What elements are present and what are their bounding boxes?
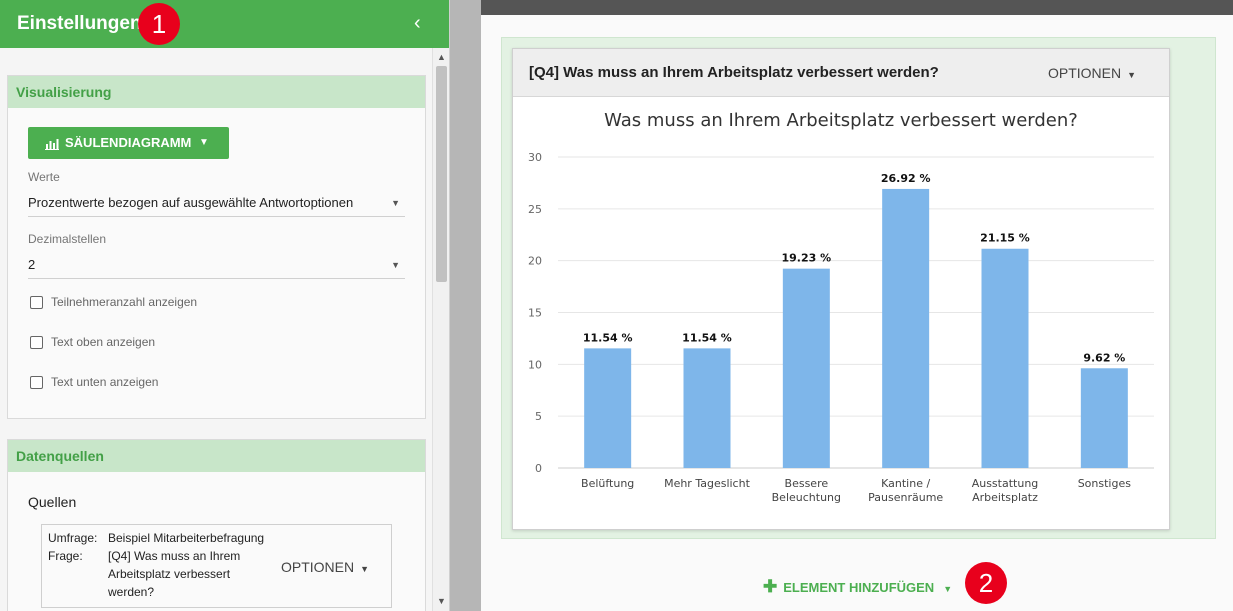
umfrage-value: Beispiel Mitarbeiterbefragung xyxy=(108,531,265,545)
checkbox-label: Teilnehmeranzahl anzeigen xyxy=(51,295,198,309)
chart-type-button[interactable]: SÄULENDIAGRAMM ▼ xyxy=(28,127,229,159)
dezimal-value: 2 xyxy=(28,257,36,272)
y-tick-label: 15 xyxy=(528,307,542,320)
data-label: 9.62 % xyxy=(1083,351,1125,364)
data-label: 11.54 % xyxy=(682,331,732,344)
settings-body: Visualisierung SÄULENDIAGRAMM ▼ Werte Pr… xyxy=(0,48,432,611)
chevron-down-icon: ▼ xyxy=(360,564,370,574)
add-element-label: ELEMENT HINZUFÜGEN xyxy=(783,580,935,595)
step-badge-2: 2 xyxy=(965,562,1007,604)
settings-header: Einstellungen 1 ‹ xyxy=(0,0,449,48)
data-label: 26.92 % xyxy=(881,172,931,185)
bar xyxy=(683,348,731,468)
checkbox-box[interactable] xyxy=(30,336,43,349)
step-badge-1: 1 xyxy=(138,3,180,45)
scroll-thumb[interactable] xyxy=(436,66,447,282)
dezimal-select[interactable]: 2 ▼ xyxy=(28,255,405,279)
bar-chart-icon xyxy=(45,127,59,159)
x-tick-label: Bessere xyxy=(785,477,829,490)
x-tick-label: Ausstattung xyxy=(972,477,1039,490)
checkbox-label: Text oben anzeigen xyxy=(51,335,156,349)
chevron-down-icon: ▼ xyxy=(1127,70,1137,80)
bar xyxy=(981,248,1029,468)
chart-type-label: SÄULENDIAGRAMM xyxy=(65,135,192,150)
settings-title: Einstellungen xyxy=(17,13,142,34)
bar xyxy=(882,188,930,469)
bar xyxy=(782,268,830,468)
x-tick-label: Beleuchtung xyxy=(772,491,841,504)
y-tick-label: 10 xyxy=(528,358,542,371)
add-element-button[interactable]: ✚ ELEMENT HINZUFÜGEN ▼ xyxy=(763,577,952,597)
checkbox-box[interactable] xyxy=(30,296,43,309)
scrollbar[interactable]: ▲ ▼ xyxy=(432,48,449,611)
element-options-button[interactable]: OPTIONEN ▼ xyxy=(1048,65,1136,81)
x-tick-label: Arbeitsplatz xyxy=(972,491,1038,504)
source-options-button[interactable]: OPTIONEN ▼ xyxy=(281,559,369,575)
datenquellen-card: Datenquellen Quellen Umfrage: Beispiel M… xyxy=(7,439,426,611)
bar xyxy=(1080,368,1128,468)
report-canvas: [Q4] Was muss an Ihrem Arbeitsplatz verb… xyxy=(481,15,1233,611)
bar-chart: Was muss an Ihrem Arbeitsplatz verbesser… xyxy=(528,110,1154,504)
chevron-down-icon: ▼ xyxy=(391,260,400,270)
chevron-down-icon: ▼ xyxy=(391,198,400,208)
bar xyxy=(584,348,632,468)
source-item: Umfrage: Beispiel Mitarbeiterbefragung F… xyxy=(41,524,392,608)
y-tick-label: 20 xyxy=(528,255,542,268)
chevron-down-icon: ▼ xyxy=(199,137,209,148)
umfrage-key: Umfrage: xyxy=(48,531,98,545)
werte-label: Werte xyxy=(28,170,60,184)
settings-panel: Einstellungen 1 ‹ Visualisierung SÄULEND… xyxy=(0,0,450,611)
y-tick-label: 25 xyxy=(528,203,542,216)
panel-divider xyxy=(450,0,481,611)
x-tick-label: Sonstiges xyxy=(1078,477,1132,490)
chart-element-header: [Q4] Was muss an Ihrem Arbeitsplatz verb… xyxy=(513,49,1169,97)
chevron-down-icon: ▼ xyxy=(943,584,953,594)
top-bar xyxy=(481,0,1233,15)
data-label: 21.15 % xyxy=(980,232,1030,245)
sources-label: Quellen xyxy=(28,494,77,510)
y-tick-label: 30 xyxy=(528,151,542,164)
element-title: [Q4] Was muss an Ihrem Arbeitsplatz verb… xyxy=(529,64,939,81)
scroll-up-icon[interactable]: ▲ xyxy=(433,50,449,64)
x-tick-label: Kantine / xyxy=(881,477,930,490)
element-container: [Q4] Was muss an Ihrem Arbeitsplatz verb… xyxy=(501,37,1216,539)
werte-value: Prozentwerte bezogen auf ausgewählte Ant… xyxy=(28,195,354,210)
datenquellen-heading: Datenquellen xyxy=(8,440,425,472)
source-options-label: OPTIONEN xyxy=(281,559,355,575)
collapse-icon[interactable]: ‹ xyxy=(414,12,421,35)
scroll-down-icon[interactable]: ▼ xyxy=(433,594,449,608)
y-tick-label: 0 xyxy=(535,462,542,475)
x-tick-label: Mehr Tageslicht xyxy=(664,477,751,490)
data-label: 19.23 % xyxy=(782,252,832,265)
visualisierung-heading: Visualisierung xyxy=(8,76,425,108)
frage-value: [Q4] Was muss an Ihrem Arbeitsplatz verb… xyxy=(108,549,241,599)
visualisierung-card: Visualisierung SÄULENDIAGRAMM ▼ Werte Pr… xyxy=(7,75,426,419)
werte-select[interactable]: Prozentwerte bezogen auf ausgewählte Ant… xyxy=(28,193,405,217)
x-tick-label: Belüftung xyxy=(581,477,634,490)
element-options-label: OPTIONEN xyxy=(1048,65,1122,81)
plus-icon: ✚ xyxy=(763,577,778,596)
dezimal-label: Dezimalstellen xyxy=(28,232,107,246)
frage-key: Frage: xyxy=(48,549,83,563)
checkbox-box[interactable] xyxy=(30,376,43,389)
y-tick-label: 5 xyxy=(535,410,542,423)
chart-element: [Q4] Was muss an Ihrem Arbeitsplatz verb… xyxy=(512,48,1170,530)
checkbox-label: Text unten anzeigen xyxy=(51,375,159,389)
chart-title: Was muss an Ihrem Arbeitsplatz verbesser… xyxy=(604,110,1078,131)
x-tick-label: Pausenräume xyxy=(868,491,943,504)
data-label: 11.54 % xyxy=(583,331,633,344)
